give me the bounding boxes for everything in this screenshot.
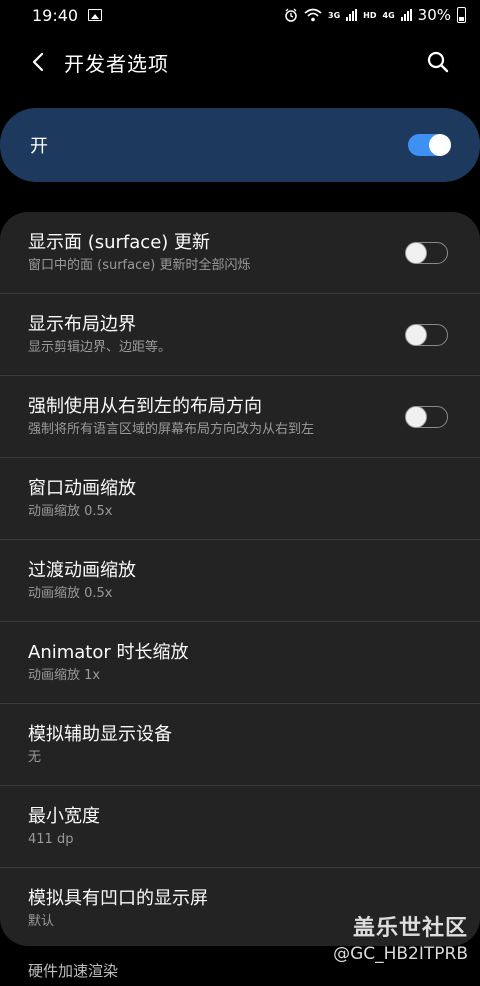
setting-title: 强制使用从右到左的布局方向 [28,395,262,417]
setting-summary: 动画缩放 1x [28,667,101,683]
setting-title: 最小宽度 [28,805,100,827]
setting-summary: 动画缩放 0.5x [28,503,113,519]
setting-title: Animator 时长缩放 [28,641,189,663]
wifi-icon [304,8,322,22]
battery-percent: 30% [417,6,451,24]
setting-summary: 无 [28,749,42,765]
toggle-knob [405,405,427,428]
setting-row-force-rtl[interactable]: 强制使用从右到左的布局方向 强制将所有语言区域的屏幕布局方向改为从右到左 [0,376,480,458]
back-arrow-icon [32,52,44,72]
master-toggle[interactable] [408,134,451,156]
toggle-knob [429,134,451,156]
watermark-brand: 盖乐世社区 [352,916,468,941]
setting-row-surface-updates[interactable]: 显示面 (surface) 更新 窗口中的面 (surface) 更新时全部闪烁 [0,212,480,294]
master-switch-row[interactable]: 开 [0,108,480,182]
setting-title: 窗口动画缩放 [28,477,136,499]
setting-row-layout-bounds[interactable]: 显示布局边界 显示剪辑边界、边距等。 [0,294,480,376]
app-bar: 开发者选项 [0,38,480,86]
setting-summary: 强制将所有语言区域的屏幕布局方向改为从右到左 [28,421,315,437]
toggle-knob [405,323,427,346]
setting-title: 模拟辅助显示设备 [28,723,172,745]
setting-row-transition-animation-scale[interactable]: 过渡动画缩放 动画缩放 0.5x [0,540,480,622]
setting-title: 过渡动画缩放 [28,559,136,581]
signal-3g-icon [346,9,358,21]
master-switch-label: 开 [30,136,48,157]
setting-summary: 动画缩放 0.5x [28,585,113,601]
surface-updates-toggle[interactable] [405,241,448,264]
net-hd-label: HD [363,10,377,20]
watermark-handle: @GC_HB2ITPRB [333,944,468,964]
status-icons: 3G HD 4G 30% [284,6,466,24]
force-rtl-toggle[interactable] [405,405,448,428]
status-time: 19:40 [32,5,79,25]
net-3g-label: 3G [328,10,341,20]
setting-row-window-animation-scale[interactable]: 窗口动画缩放 动画缩放 0.5x [0,458,480,540]
setting-title: 模拟具有凹口的显示屏 [28,888,208,909]
watermark: 盖乐世社区 @GC_HB2ITPRB [333,910,468,964]
setting-row-secondary-displays[interactable]: 模拟辅助显示设备 无 [0,704,480,786]
back-button[interactable] [18,42,58,82]
setting-summary: 窗口中的面 (surface) 更新时全部闪烁 [28,257,251,273]
search-button[interactable] [418,42,458,82]
net-4g-label: 4G [382,10,395,20]
image-notification-icon [88,9,103,21]
signal-4g-icon [400,9,412,21]
search-icon [427,51,449,73]
setting-summary: 显示剪辑边界、边距等。 [28,339,172,355]
toggle-knob [405,241,427,264]
battery-icon [457,7,466,23]
layout-bounds-toggle[interactable] [405,323,448,346]
setting-summary: 411 dp [28,831,74,847]
section-header-hardware-rendering: 硬件加速渲染 [28,962,119,980]
status-bar: 19:40 3G HD 4G 30% [0,0,480,30]
setting-row-animator-duration-scale[interactable]: Animator 时长缩放 动画缩放 1x [0,622,480,704]
setting-row-smallest-width[interactable]: 最小宽度 411 dp [0,786,480,868]
alarm-icon [285,8,297,22]
page-title: 开发者选项 [64,51,169,76]
setting-title: 显示布局边界 [28,313,136,335]
setting-title: 显示面 (surface) 更新 [28,231,211,253]
settings-list: 显示面 (surface) 更新 窗口中的面 (surface) 更新时全部闪烁… [0,212,480,946]
